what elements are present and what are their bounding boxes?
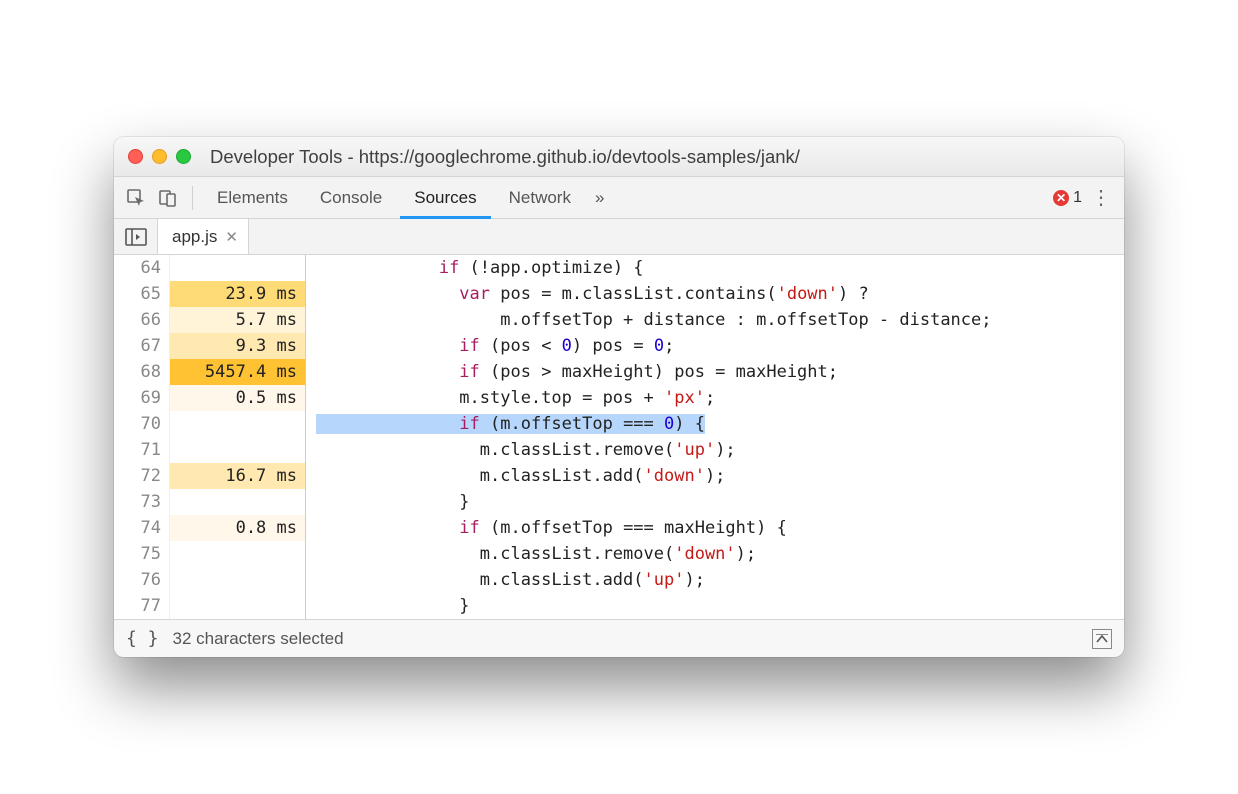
profile-time-cell: 16.7 ms xyxy=(170,463,305,489)
inspect-element-icon[interactable] xyxy=(122,184,150,212)
code-content[interactable]: if (!app.optimize) { var pos = m.classLi… xyxy=(306,255,1124,619)
code-line[interactable]: m.classList.add('down'); xyxy=(306,463,1124,489)
line-number[interactable]: 71 xyxy=(114,437,161,463)
profile-time-cell xyxy=(170,567,305,593)
window-close-button[interactable] xyxy=(128,149,143,164)
tabs-overflow[interactable]: » xyxy=(589,177,610,219)
profile-time-cell xyxy=(170,541,305,567)
line-number[interactable]: 66 xyxy=(114,307,161,333)
line-number[interactable]: 70 xyxy=(114,411,161,437)
profile-time-cell xyxy=(170,255,305,281)
profile-time-cell: 9.3 ms xyxy=(170,333,305,359)
line-number[interactable]: 65 xyxy=(114,281,161,307)
code-editor[interactable]: 6465666768697071727374757677 23.9 ms5.7 … xyxy=(114,255,1124,619)
line-number[interactable]: 68 xyxy=(114,359,161,385)
profiling-gutter: 23.9 ms5.7 ms9.3 ms5457.4 ms0.5 ms 16.7 m… xyxy=(170,255,306,619)
profile-time-cell xyxy=(170,411,305,437)
profile-time-cell xyxy=(170,437,305,463)
titlebar: Developer Tools - https://googlechrome.g… xyxy=(114,137,1124,177)
statusbar: { } 32 characters selected xyxy=(114,619,1124,657)
line-number[interactable]: 75 xyxy=(114,541,161,567)
navigator-toggle-icon[interactable] xyxy=(114,219,158,254)
code-line[interactable]: m.offsetTop + distance : m.offsetTop - d… xyxy=(306,307,1124,333)
drawer-toggle-icon[interactable] xyxy=(1092,629,1112,649)
profile-time-cell: 23.9 ms xyxy=(170,281,305,307)
line-number-gutter: 6465666768697071727374757677 xyxy=(114,255,170,619)
close-icon[interactable]: ✕ xyxy=(225,228,238,246)
line-number[interactable]: 76 xyxy=(114,567,161,593)
code-line[interactable]: if (m.offsetTop === 0) { xyxy=(306,411,1124,437)
more-menu-icon[interactable]: ⋮ xyxy=(1086,188,1116,208)
error-icon: ✕ xyxy=(1053,190,1069,206)
line-number[interactable]: 73 xyxy=(114,489,161,515)
line-number[interactable]: 64 xyxy=(114,255,161,281)
code-line[interactable]: m.style.top = pos + 'px'; xyxy=(306,385,1124,411)
profile-time-cell: 0.5 ms xyxy=(170,385,305,411)
file-tab-label: app.js xyxy=(172,227,217,247)
profile-time-cell: 0.8 ms xyxy=(170,515,305,541)
tab-elements[interactable]: Elements xyxy=(203,177,302,219)
profile-time-cell: 5.7 ms xyxy=(170,307,305,333)
code-line[interactable]: var pos = m.classList.contains('down') ? xyxy=(306,281,1124,307)
code-line[interactable]: if (pos < 0) pos = 0; xyxy=(306,333,1124,359)
code-line[interactable]: if (pos > maxHeight) pos = maxHeight; xyxy=(306,359,1124,385)
window-zoom-button[interactable] xyxy=(176,149,191,164)
code-line[interactable]: if (!app.optimize) { xyxy=(306,255,1124,281)
tab-console[interactable]: Console xyxy=(306,177,396,219)
profile-time-cell xyxy=(170,489,305,515)
profile-time-cell xyxy=(170,593,305,619)
line-number[interactable]: 77 xyxy=(114,593,161,619)
code-line[interactable]: if (m.offsetTop === maxHeight) { xyxy=(306,515,1124,541)
code-line[interactable]: } xyxy=(306,593,1124,619)
devtools-toolbar: Elements Console Sources Network » ✕ 1 ⋮ xyxy=(114,177,1124,219)
error-badge[interactable]: ✕ 1 xyxy=(1053,189,1082,207)
error-count: 1 xyxy=(1073,189,1082,207)
toolbar-separator xyxy=(192,186,193,210)
line-number[interactable]: 74 xyxy=(114,515,161,541)
window-minimize-button[interactable] xyxy=(152,149,167,164)
tab-network[interactable]: Network xyxy=(495,177,585,219)
line-number[interactable]: 69 xyxy=(114,385,161,411)
file-tab-appjs[interactable]: app.js ✕ xyxy=(158,219,249,254)
line-number[interactable]: 72 xyxy=(114,463,161,489)
code-line[interactable]: m.classList.remove('up'); xyxy=(306,437,1124,463)
profile-time-cell: 5457.4 ms xyxy=(170,359,305,385)
status-text: 32 characters selected xyxy=(173,629,344,649)
code-line[interactable]: m.classList.add('up'); xyxy=(306,567,1124,593)
window-title: Developer Tools - https://googlechrome.g… xyxy=(210,146,1110,168)
tab-sources[interactable]: Sources xyxy=(400,177,490,219)
line-number[interactable]: 67 xyxy=(114,333,161,359)
device-toolbar-icon[interactable] xyxy=(154,184,182,212)
pretty-print-icon[interactable]: { } xyxy=(126,628,159,649)
code-line[interactable]: } xyxy=(306,489,1124,515)
code-line[interactable]: m.classList.remove('down'); xyxy=(306,541,1124,567)
file-tab-row: app.js ✕ xyxy=(114,219,1124,255)
devtools-window: Developer Tools - https://googlechrome.g… xyxy=(114,137,1124,657)
